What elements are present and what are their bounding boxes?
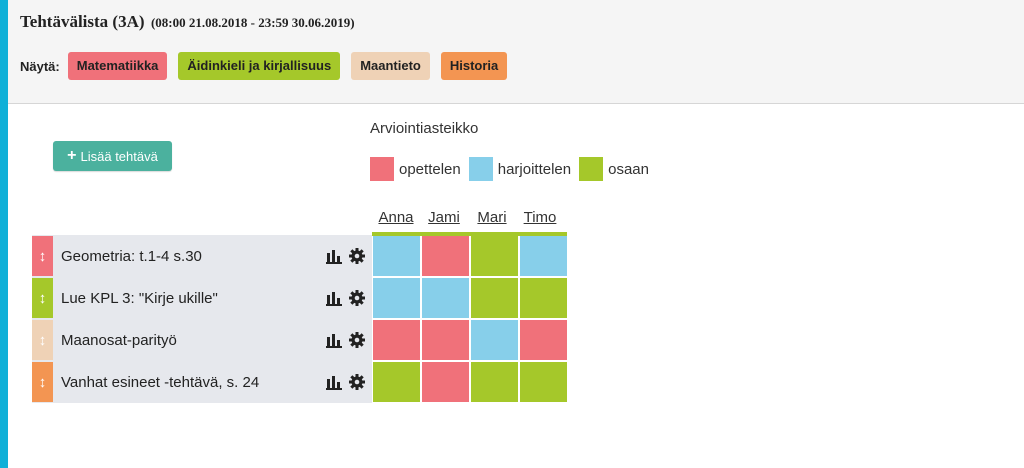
- task-actions: [321, 246, 367, 266]
- task-label[interactable]: Lue KPL 3: "Kirje ukille": [53, 290, 321, 307]
- grade-cell-timo[interactable]: [520, 362, 567, 402]
- grade-cell-jami[interactable]: [422, 278, 469, 318]
- grade-cell-mari[interactable]: [471, 236, 518, 276]
- student-link-anna[interactable]: Anna: [372, 209, 420, 226]
- task-row: ↕ Lue KPL 3: "Kirje ukille": [32, 277, 372, 319]
- gear-icon[interactable]: [347, 330, 367, 350]
- student-link-timo[interactable]: Timo: [516, 209, 564, 226]
- add-task-button[interactable]: + Lisää tehtävä: [53, 141, 172, 171]
- student-link-mari[interactable]: Mari: [468, 209, 516, 226]
- task-row: ↕ Vanhat esineet -tehtävä, s. 24: [32, 361, 372, 403]
- bar-chart-icon[interactable]: [324, 372, 344, 392]
- plus-icon: +: [67, 147, 77, 164]
- filter-chip-matematiikka[interactable]: Matematiikka: [67, 52, 168, 80]
- grade-cell-jami[interactable]: [422, 320, 469, 360]
- legend-swatch-osaan: [579, 157, 604, 181]
- bar-chart-icon[interactable]: [324, 288, 344, 308]
- grading-scale-title: Arviointiasteikko: [370, 120, 479, 137]
- gear-icon[interactable]: [347, 372, 367, 392]
- gear-icon[interactable]: [347, 288, 367, 308]
- task-label[interactable]: Vanhat esineet -tehtävä, s. 24: [53, 374, 321, 391]
- student-link-jami[interactable]: Jami: [420, 209, 468, 226]
- grade-cell-anna[interactable]: [373, 320, 420, 360]
- page-header: Tehtävälista (3A) (08:00 21.08.2018 - 23…: [8, 0, 1024, 104]
- task-label[interactable]: Geometria: t.1-4 s.30: [53, 248, 321, 265]
- legend-item-osaan: osaan: [579, 157, 653, 181]
- filter-chip-aidinkieli[interactable]: Äidinkieli ja kirjallisuus: [178, 52, 341, 80]
- grade-cell-jami[interactable]: [422, 236, 469, 276]
- legend-label-harjoittelen: harjoittelen: [497, 160, 572, 178]
- legend-swatch-opettelen: [370, 157, 394, 181]
- legend-label-osaan: osaan: [608, 160, 649, 178]
- student-header: Anna Jami Mari Timo: [372, 209, 564, 226]
- legend-item-opettelen: opettelen: [370, 157, 465, 181]
- task-label[interactable]: Maanosat-parityö: [53, 332, 321, 349]
- bar-chart-icon[interactable]: [324, 246, 344, 266]
- subject-filter-row: Näytä: Matematiikka Äidinkieli ja kirjal…: [20, 52, 518, 80]
- grade-cell-mari[interactable]: [471, 278, 518, 318]
- left-accent-bar: [0, 0, 8, 468]
- task-actions: [321, 288, 367, 308]
- grade-cell-anna[interactable]: [373, 362, 420, 402]
- gear-icon[interactable]: [347, 246, 367, 266]
- grading-scale-legend: opettelen harjoittelen osaan: [370, 157, 657, 181]
- grade-cell-anna[interactable]: [373, 278, 420, 318]
- drag-handle-icon[interactable]: ↕: [32, 320, 53, 360]
- bar-chart-icon[interactable]: [324, 330, 344, 350]
- grade-cell-timo[interactable]: [520, 320, 567, 360]
- grade-cell-timo[interactable]: [520, 236, 567, 276]
- add-task-label: Lisää tehtävä: [80, 148, 158, 164]
- filter-chip-maantieto[interactable]: Maantieto: [351, 52, 430, 80]
- page-title: Tehtävälista (3A): [20, 12, 145, 31]
- filter-chip-historia[interactable]: Historia: [440, 52, 508, 80]
- task-actions: [321, 372, 367, 392]
- legend-swatch-harjoittelen: [468, 157, 493, 181]
- grade-cell-mari[interactable]: [471, 320, 518, 360]
- grade-cell-jami[interactable]: [422, 362, 469, 402]
- title-row: Tehtävälista (3A) (08:00 21.08.2018 - 23…: [20, 12, 355, 32]
- grade-cell-anna[interactable]: [373, 236, 420, 276]
- drag-handle-icon[interactable]: ↕: [32, 278, 53, 318]
- drag-handle-icon[interactable]: ↕: [32, 362, 53, 402]
- grade-cell-mari[interactable]: [471, 362, 518, 402]
- legend-item-harjoittelen: harjoittelen: [468, 157, 575, 181]
- filter-label: Näytä:: [20, 58, 60, 74]
- task-actions: [321, 330, 367, 350]
- page-date-range: (08:00 21.08.2018 - 23:59 30.06.2019): [150, 15, 355, 30]
- grade-cell-timo[interactable]: [520, 278, 567, 318]
- legend-label-opettelen: opettelen: [399, 160, 461, 178]
- task-row: ↕ Geometria: t.1-4 s.30: [32, 235, 372, 277]
- drag-handle-icon[interactable]: ↕: [32, 236, 53, 276]
- task-row: ↕ Maanosat-parityö: [32, 319, 372, 361]
